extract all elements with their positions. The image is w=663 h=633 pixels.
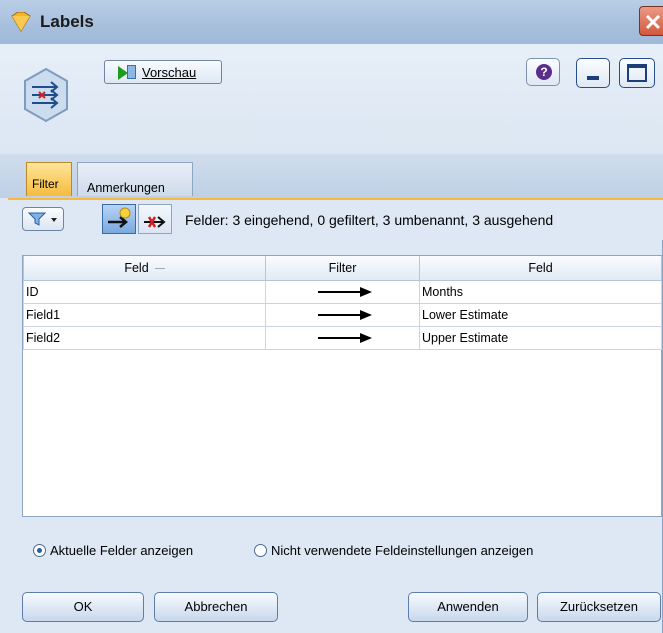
reset-button[interactable]: Zurücksetzen xyxy=(537,592,661,622)
header-area: Vorschau ? xyxy=(0,44,663,154)
ok-button[interactable]: OK xyxy=(22,592,144,622)
filter-options-dropdown[interactable] xyxy=(22,207,64,231)
radio-unselected-icon xyxy=(254,544,267,557)
radio-selected-icon xyxy=(33,544,46,557)
chevron-down-icon xyxy=(51,218,57,222)
apply-button[interactable]: Anwenden xyxy=(408,592,528,622)
tab-filter[interactable]: Filter xyxy=(26,162,72,196)
column-header-field[interactable]: Feld xyxy=(23,256,266,281)
tab-anmerkungen-label: Anmerkungen xyxy=(87,181,165,195)
close-button[interactable] xyxy=(639,6,663,36)
preview-button[interactable]: Vorschau xyxy=(104,60,222,84)
renamed-field-cell[interactable]: Lower Estimate xyxy=(419,303,662,327)
pass-field-icon xyxy=(108,207,131,228)
field-name-cell: Field2 xyxy=(23,326,266,350)
preview-label: Vorschau xyxy=(142,65,197,80)
table-icon xyxy=(127,65,136,79)
filter-toggle-cell[interactable] xyxy=(265,280,420,304)
remove-field-icon xyxy=(144,216,166,228)
pass-arrow-icon xyxy=(317,287,372,297)
renamed-field-cell[interactable]: Months xyxy=(419,280,662,304)
tab-filter-label: Filter xyxy=(32,177,59,191)
radio-current-fields-label: Aktuelle Felder anzeigen xyxy=(50,543,194,558)
title-bar[interactable]: Labels xyxy=(0,0,663,45)
tab-anmerkungen[interactable]: Anmerkungen xyxy=(77,162,193,196)
funnel-icon xyxy=(28,212,46,226)
maximize-button[interactable] xyxy=(619,58,655,88)
remove-field-toggle[interactable] xyxy=(138,204,172,234)
sort-indicator-icon xyxy=(154,268,165,270)
pass-arrow-icon xyxy=(317,333,372,343)
field-stats-text: Felder: 3 eingehend, 0 gefiltert, 3 umbe… xyxy=(185,212,554,228)
field-name-cell: Field1 xyxy=(23,303,266,327)
field-table[interactable]: Feld Filter Feld ID Months Field1 Lower … xyxy=(22,255,662,517)
filter-toggle-cell[interactable] xyxy=(265,326,420,350)
minimize-button[interactable] xyxy=(576,58,610,88)
cancel-button[interactable]: Abbrechen xyxy=(154,592,278,622)
table-row[interactable]: ID Months xyxy=(23,280,662,304)
window-title: Labels xyxy=(40,12,94,31)
table-header-row: Feld Filter Feld xyxy=(23,256,662,281)
node-type-icon xyxy=(11,12,31,32)
help-icon: ? xyxy=(536,64,552,80)
table-row[interactable]: Field2 Upper Estimate xyxy=(23,326,662,350)
minimize-icon xyxy=(587,76,599,80)
labels-dialog: Labels Vorschau ? Filter Anmerkungen Fel… xyxy=(0,0,663,633)
column-header-filter[interactable]: Filter xyxy=(265,256,420,281)
close-icon xyxy=(645,14,661,30)
field-name-cell: ID xyxy=(23,280,266,304)
add-field-toggle[interactable] xyxy=(102,204,136,234)
table-row[interactable]: Field1 Lower Estimate xyxy=(23,303,662,327)
field-toggle-group xyxy=(102,204,172,234)
radio-unused-fields-label: Nicht verwendete Feldeinstellungen anzei… xyxy=(271,543,534,558)
help-button[interactable]: ? xyxy=(526,58,560,86)
filter-toggle-cell[interactable] xyxy=(265,303,420,327)
filter-toolbar: Felder: 3 eingehend, 0 gefiltert, 3 umbe… xyxy=(8,198,663,240)
display-options: Aktuelle Felder anzeigen Nicht verwendet… xyxy=(0,540,663,564)
renamed-field-cell[interactable]: Upper Estimate xyxy=(419,326,662,350)
filter-node-icon xyxy=(24,67,68,123)
maximize-icon xyxy=(627,64,647,82)
column-header-new-field[interactable]: Feld xyxy=(419,256,662,281)
tab-bar: Filter Anmerkungen xyxy=(0,154,663,198)
pass-arrow-icon xyxy=(317,310,372,320)
